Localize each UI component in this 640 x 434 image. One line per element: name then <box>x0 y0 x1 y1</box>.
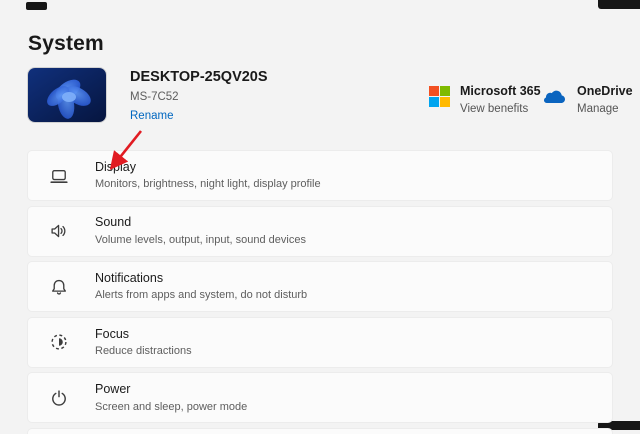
settings-row-power[interactable]: Power Screen and sleep, power mode <box>27 372 613 423</box>
device-name: DESKTOP-25QV20S <box>130 70 268 85</box>
settings-row-label: Notifications <box>95 272 307 285</box>
crop-artifact-top-right <box>598 0 640 9</box>
manage-link[interactable]: Manage <box>577 103 633 115</box>
settings-row-label: Focus <box>95 328 192 341</box>
settings-row-sound[interactable]: Sound Volume levels, output, input, soun… <box>27 206 613 257</box>
focus-icon <box>49 332 69 352</box>
power-icon <box>49 388 69 408</box>
display-icon <box>49 166 69 186</box>
settings-row-notifications[interactable]: Notifications Alerts from apps and syste… <box>27 261 613 312</box>
settings-row-description: Screen and sleep, power mode <box>95 402 247 413</box>
notifications-icon <box>49 277 69 297</box>
windows-bloom-image <box>28 68 106 122</box>
settings-system-page: { "page": { "title": "System" }, "device… <box>0 0 640 430</box>
settings-row-description: Monitors, brightness, night light, displ… <box>95 179 321 190</box>
settings-row-display[interactable]: Display Monitors, brightness, night ligh… <box>27 150 613 201</box>
microsoft-365-title: Microsoft 365 <box>460 84 541 98</box>
device-model: MS-7C52 <box>130 92 268 104</box>
settings-list: Display Monitors, brightness, night ligh… <box>27 150 613 434</box>
onedrive-cloud-icon <box>543 88 567 104</box>
rename-link[interactable]: Rename <box>130 111 268 123</box>
settings-row-description: Volume levels, output, input, sound devi… <box>95 235 306 246</box>
settings-row-label: Power <box>95 383 247 396</box>
settings-row-label: Sound <box>95 216 306 229</box>
onedrive-title: OneDrive <box>577 84 633 98</box>
device-wallpaper-thumbnail <box>28 68 106 122</box>
microsoft-365-promo: Microsoft 365 View benefits <box>429 84 541 115</box>
crop-artifact-top-left <box>26 2 47 10</box>
page-title: System <box>28 32 104 56</box>
microsoft-logo-icon <box>429 86 450 107</box>
settings-row-focus[interactable]: Focus Reduce distractions <box>27 317 613 368</box>
onedrive-promo: OneDrive Manage <box>543 84 633 115</box>
view-benefits-link[interactable]: View benefits <box>460 103 541 115</box>
settings-row-description: Alerts from apps and system, do not dist… <box>95 290 307 301</box>
settings-row-description: Reduce distractions <box>95 346 192 357</box>
settings-row-label: Display <box>95 161 321 174</box>
sound-icon <box>49 221 69 241</box>
settings-row-partial[interactable] <box>27 428 613 434</box>
